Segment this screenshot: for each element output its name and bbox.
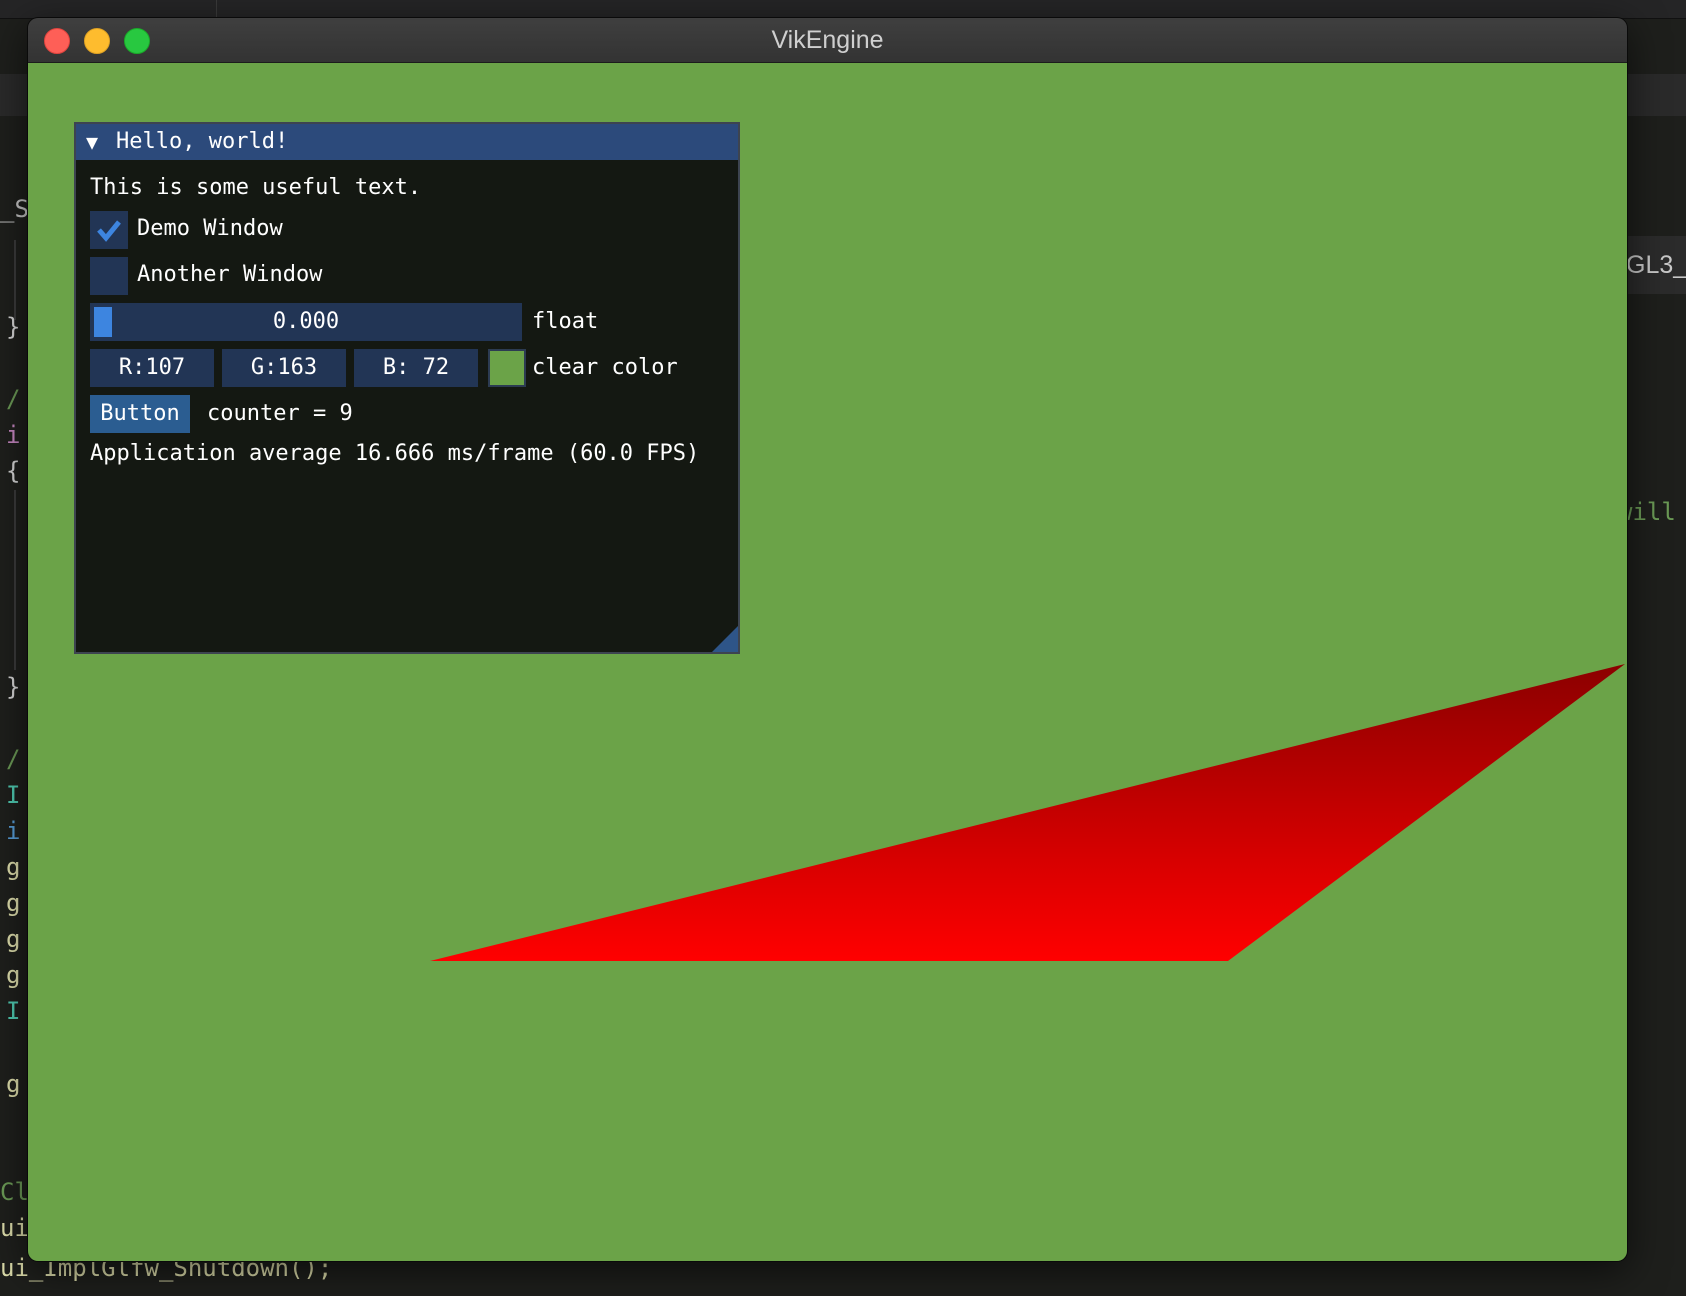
slider-label: float xyxy=(532,309,599,334)
code-fragment: i xyxy=(6,817,21,845)
float-slider[interactable]: 0.000 xyxy=(90,303,522,341)
code-fragment: i xyxy=(6,421,21,449)
editor-top-bar xyxy=(0,0,1686,19)
window-title: VikEngine xyxy=(771,26,884,54)
code-fragment: / xyxy=(6,745,21,773)
clear-color-swatch[interactable] xyxy=(488,349,526,387)
code-fragment: I xyxy=(6,997,21,1025)
code-fragment: } xyxy=(6,673,21,701)
code-fragment: ui xyxy=(0,1214,29,1242)
red-triangle xyxy=(430,664,1625,961)
demo-window-checkbox[interactable] xyxy=(90,211,128,249)
fps-text: Application average 16.666 ms/frame (60.… xyxy=(90,441,700,466)
fold-guide xyxy=(14,240,16,320)
clear-color-label: clear color xyxy=(532,355,678,380)
code-fragment: g xyxy=(6,961,21,989)
code-fragment: { xyxy=(6,457,21,485)
increment-button[interactable]: Button xyxy=(90,395,190,433)
editor-divider xyxy=(216,0,217,18)
color-r-field[interactable]: R:107 xyxy=(90,349,214,387)
app-window: VikEngine ▼ Hello, world! This is some u… xyxy=(28,18,1627,1261)
imgui-titlebar[interactable]: ▼ Hello, world! xyxy=(76,124,738,160)
slider-value: 0.000 xyxy=(272,309,340,334)
window-titlebar[interactable]: VikEngine xyxy=(28,18,1627,63)
color-b-field[interactable]: B: 72 xyxy=(354,349,478,387)
checkmark-icon xyxy=(97,220,121,242)
code-fragment: Cl xyxy=(0,1178,29,1206)
code-fragment: / xyxy=(6,385,21,413)
demo-window-label[interactable]: Demo Window xyxy=(137,214,283,244)
editor-tab-gl3[interactable]: GL3_ xyxy=(1620,236,1686,294)
resize-grip[interactable] xyxy=(712,626,738,652)
fold-guide xyxy=(14,490,16,670)
imgui-hello-window: ▼ Hello, world! This is some useful text… xyxy=(74,122,740,654)
code-fragment: g xyxy=(6,1070,21,1098)
code-fragment: } xyxy=(6,313,21,341)
another-window-checkbox[interactable] xyxy=(90,257,128,295)
counter-text: counter = 9 xyxy=(207,401,353,426)
color-g-field[interactable]: G:163 xyxy=(222,349,346,387)
code-fragment: g xyxy=(6,853,21,881)
code-fragment: I xyxy=(6,781,21,809)
collapse-arrow-icon[interactable]: ▼ xyxy=(86,124,98,160)
imgui-window-title: Hello, world! xyxy=(116,129,289,154)
code-fragment: g xyxy=(6,889,21,917)
render-viewport: ▼ Hello, world! This is some useful text… xyxy=(28,63,1627,1261)
another-window-label[interactable]: Another Window xyxy=(137,260,322,290)
useful-text: This is some useful text. xyxy=(90,175,422,200)
code-fragment: g xyxy=(6,925,21,953)
code-fragment: _S xyxy=(0,195,29,223)
